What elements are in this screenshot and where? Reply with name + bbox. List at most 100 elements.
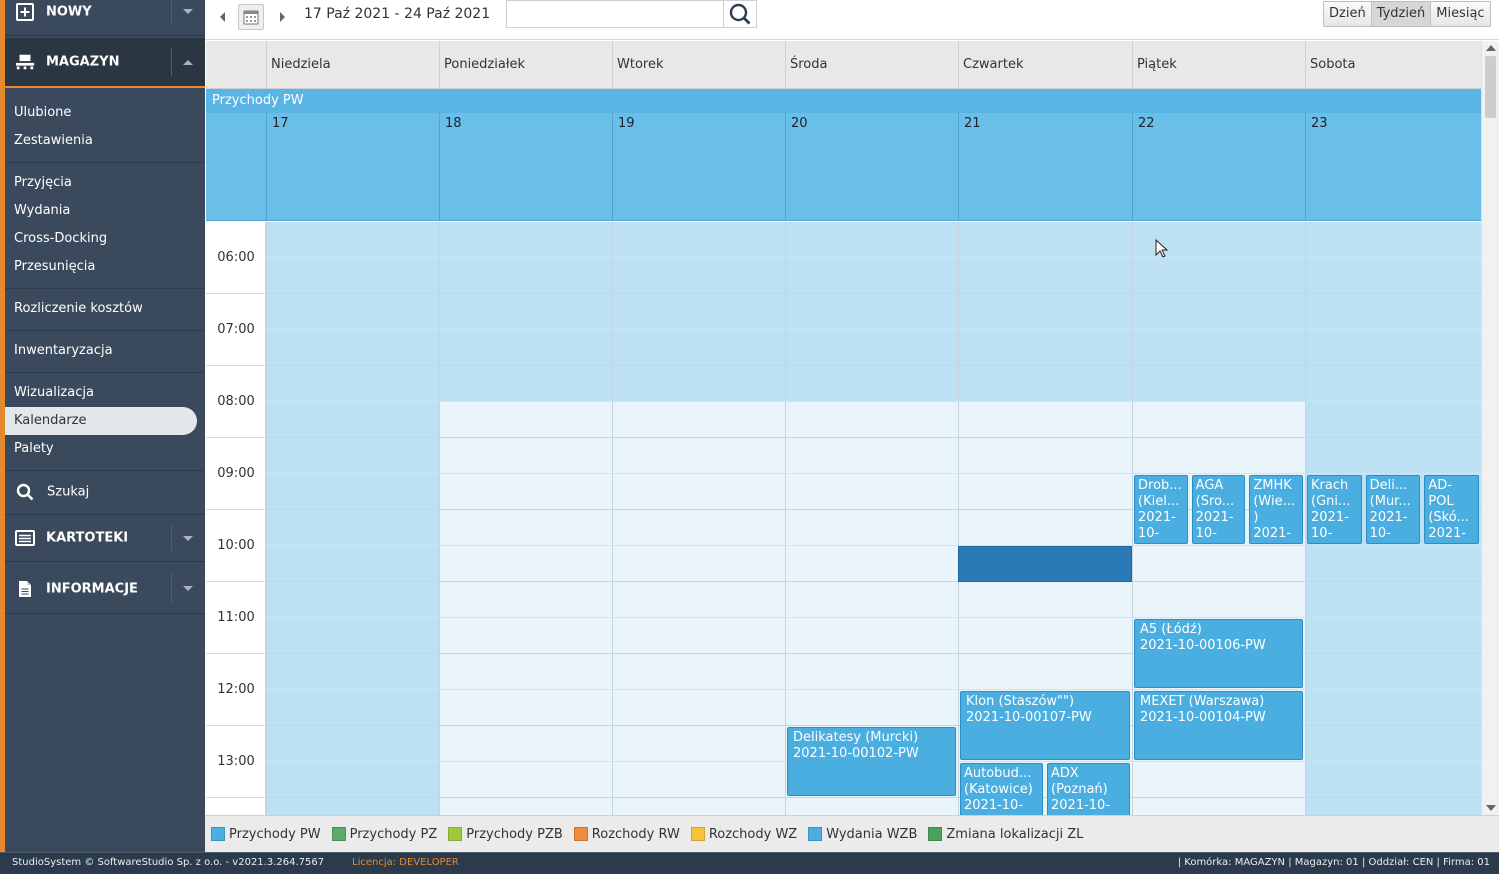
day-number-7[interactable]: 23: [1305, 113, 1481, 221]
event-text-line: Krach: [1311, 478, 1349, 493]
pallet-icon: [15, 53, 35, 71]
nav-item-cross-docking[interactable]: Cross-Docking: [5, 225, 205, 253]
nav-group-documents: Przyjęcia Wydania Cross-Docking Przesuni…: [5, 169, 205, 289]
event-text-line: 2021-10-00102-PW: [793, 746, 919, 761]
section-magazyn[interactable]: MAGAZYN: [5, 38, 205, 88]
calendar-event[interactable]: Krach (Gni... 2021- 10-: [1307, 475, 1362, 544]
chevron-up-icon[interactable]: [171, 38, 205, 86]
day-column-1[interactable]: [266, 222, 439, 815]
grid-line: [266, 797, 1481, 798]
calendar-event[interactable]: Delikatesy (Murcki) 2021-10-00102-PW: [787, 727, 956, 796]
legend-item: Przychody PZ: [331, 827, 437, 842]
vertical-scrollbar[interactable]: [1481, 41, 1499, 815]
event-text-line: 10-: [1311, 526, 1333, 541]
nav-item-przesuniecia[interactable]: Przesunięcia: [5, 253, 205, 281]
chevron-down-icon[interactable]: [171, 515, 205, 561]
mouse-cursor-icon: [1155, 239, 1169, 258]
scroll-down-arrow-icon[interactable]: [1486, 805, 1496, 811]
time-grid: 06:00 07:00 08:00 09:00 10:00 11:00 12:00 13:00…: [206, 222, 1481, 815]
time-label: 08:00: [206, 366, 266, 438]
section-nowy[interactable]: NOWY: [5, 0, 205, 36]
calendar-event[interactable]: ZMHK (Wie...) 2021-: [1249, 475, 1303, 544]
legend-label: Rozchody WZ: [708, 826, 798, 842]
license-value: DEVELOPER: [399, 857, 459, 868]
search-input[interactable]: [506, 0, 724, 28]
sidebar: NOWY MAGAZYN Ulubione Zestawienia Przyję…: [0, 0, 205, 852]
legend-swatch: [573, 827, 588, 841]
nav-group-costs: Rozliczenie kosztów: [5, 295, 205, 331]
day-header-row: Niedziela Poniedziałek Wtorek Środa Czwartek…: [206, 41, 1481, 89]
nav-item-przyjecia[interactable]: Przyjęcia: [5, 169, 205, 197]
section-informacje-label: INFORMACJE: [46, 581, 138, 596]
legend-swatch: [331, 827, 346, 841]
legend-label: Przychody PW: [229, 826, 321, 842]
view-month-button[interactable]: Miesiąc: [1431, 2, 1490, 26]
day-column-3[interactable]: [612, 222, 785, 815]
legend-swatch: [808, 827, 823, 841]
list-box-icon: [15, 529, 35, 547]
scroll-up-arrow-icon[interactable]: [1486, 45, 1496, 51]
day-number-3[interactable]: 19: [612, 113, 785, 221]
license-text: Licencja: DEVELOPER: [352, 853, 459, 873]
grid-line: [266, 365, 1481, 366]
plus-box-icon: [15, 2, 35, 21]
resource-label: Przychody PW: [206, 89, 1481, 113]
nav-item-inwentaryzacja[interactable]: Inwentaryzacja: [5, 337, 205, 365]
section-informacje[interactable]: INFORMACJE: [5, 564, 205, 614]
calendar-toolbar: 17 Paź 2021 - 24 Paź 2021 Dzień Tydzień …: [205, 0, 1499, 40]
calendar-event[interactable]: Deli... (Mur... 2021- 10-: [1365, 475, 1421, 544]
nav-group-favorites: Ulubione Zestawienia: [5, 99, 205, 163]
day-number-6[interactable]: 22: [1132, 113, 1305, 221]
time-label: 13:00: [206, 726, 266, 798]
event-text-line: (Gni...: [1311, 494, 1351, 509]
event-text-line: (Wie...: [1253, 494, 1295, 509]
grid-line: [266, 545, 1481, 546]
chevron-down-icon[interactable]: [171, 0, 205, 35]
date-range-label: 17 Paź 2021 - 24 Paź 2021: [304, 6, 491, 22]
view-day-button[interactable]: Dzień: [1324, 2, 1372, 26]
calendar-event[interactable]: Klon (Staszów"") 2021-10-00107-PW: [960, 691, 1130, 760]
section-nowy-label: NOWY: [46, 4, 92, 19]
grid-line: [266, 329, 1481, 330]
day-number-4[interactable]: 20: [785, 113, 958, 221]
nav-item-wydania[interactable]: Wydania: [5, 197, 205, 225]
calendar-event[interactable]: AD- POL (Skó... 2021-: [1424, 475, 1479, 544]
date-picker-button[interactable]: [238, 4, 264, 30]
section-kartoteki-label: KARTOTEKI: [46, 530, 129, 546]
event-text-line: (Katowice): [964, 782, 1033, 797]
nav-item-rozliczenie-kosztow[interactable]: Rozliczenie kosztów: [5, 295, 205, 323]
grid-line: [266, 473, 1481, 474]
search-button[interactable]: [724, 0, 757, 28]
view-week-button[interactable]: Tydzień: [1371, 2, 1432, 26]
calendar-event[interactable]: MEXET (Warszawa) 2021-10-00104-PW: [1134, 691, 1303, 760]
event-text-line: (Mur...: [1369, 494, 1411, 509]
nav-item-zestawienia[interactable]: Zestawienia: [5, 127, 205, 155]
day-column-2[interactable]: [439, 222, 612, 815]
nav-item-ulubione[interactable]: Ulubione: [5, 99, 205, 127]
event-text-line: 2021-: [1369, 510, 1408, 525]
calendar-event[interactable]: AGA (Śro... 2021- 10-: [1191, 475, 1246, 544]
next-week-button[interactable]: [275, 10, 289, 24]
selected-time-slot[interactable]: [958, 546, 1132, 582]
calendar-event[interactable]: Drob... (Kiel... 2021- 10-: [1134, 475, 1188, 544]
calendar-event[interactable]: ADX(Poznań)2021-10-00105-PW: [1047, 763, 1130, 815]
section-kartoteki[interactable]: KARTOTEKI: [5, 514, 205, 562]
grid-line: [266, 401, 1481, 402]
day-number-2[interactable]: 18: [439, 113, 612, 221]
calendar-event[interactable]: A5 (Łódź) 2021-10-00106-PW: [1134, 619, 1303, 688]
all-day-area[interactable]: 17 18 19 20 21 22 23: [206, 113, 1481, 221]
calendar-event[interactable]: Autobud...(Katowice)2021-10-00103-PW: [960, 763, 1043, 815]
nav-item-kalendarze[interactable]: Kalendarze: [5, 407, 197, 435]
legend-item: Zmiana lokalizacji ZL: [928, 827, 1083, 842]
day-number-1[interactable]: 17: [266, 113, 439, 221]
nav-item-palety[interactable]: Palety: [5, 435, 205, 463]
section-szukaj[interactable]: Szukaj: [5, 470, 205, 514]
scrollbar-thumb[interactable]: [1485, 56, 1496, 118]
nav-item-wizualizacja[interactable]: Wizualizacja: [5, 379, 205, 407]
chevron-down-icon[interactable]: [171, 564, 205, 613]
event-text-line: (Śro...: [1195, 494, 1235, 509]
view-switcher: Dzień Tydzień Miesiąc: [1323, 1, 1491, 27]
prev-week-button[interactable]: [215, 10, 229, 24]
day-number-5[interactable]: 21: [958, 113, 1132, 221]
status-bar: StudioSystem © SoftwareStudio Sp. z o.o.…: [0, 852, 1499, 874]
